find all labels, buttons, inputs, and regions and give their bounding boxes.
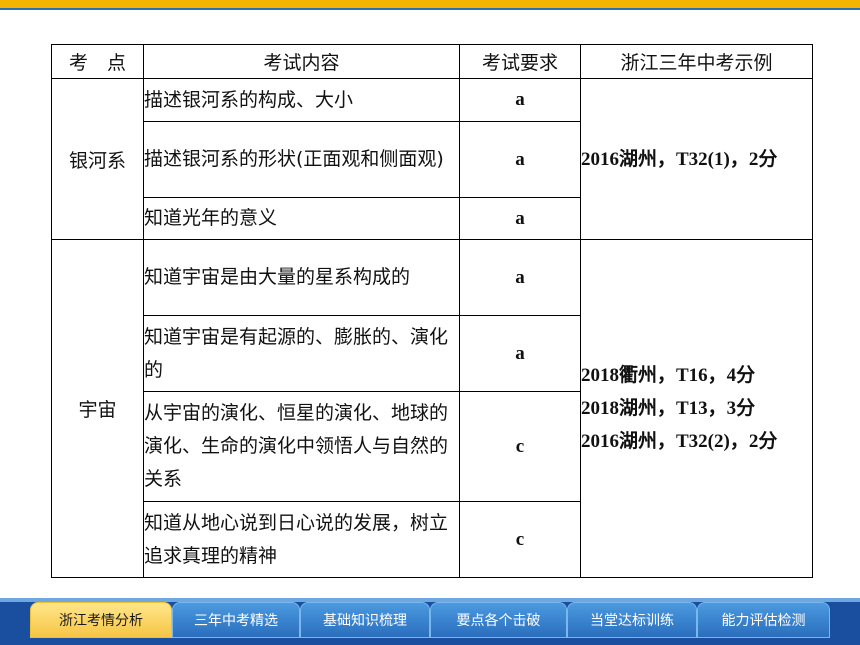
content-cell: 描述银河系的形状(正面观和侧面观): [143, 121, 460, 198]
requirement-cell: a: [459, 239, 581, 316]
table-header-row: 考 点 考试内容 考试要求 浙江三年中考示例: [51, 44, 813, 79]
example-line: 2018湖州，T13，3分: [581, 398, 756, 419]
tab-ability-assessment[interactable]: 能力评估检测: [697, 602, 830, 638]
example-line: 2018衢州，T16，4分: [581, 365, 756, 386]
examples-cell-universe: 2018衢州，T16，4分 2018湖州，T13，3分 2016湖州，T32(2…: [580, 239, 813, 578]
content-cell: 知道宇宙是由大量的星系构成的: [143, 239, 460, 316]
header-examples: 浙江三年中考示例: [580, 44, 813, 79]
content-cell: 描述银河系的构成、大小: [143, 78, 460, 122]
table-row: 宇宙 知道宇宙是由大量的星系构成的 a 2018衢州，T16，4分 2018湖州…: [51, 239, 813, 578]
topic-cell-universe: 宇宙: [51, 239, 144, 578]
header-content: 考试内容: [143, 44, 460, 79]
exam-points-table: 考 点 考试内容 考试要求 浙江三年中考示例 银河系 描述银河系的构成、大小 a…: [51, 44, 813, 578]
table-row: 银河系 描述银河系的构成、大小 a 2016湖州，T32(1)，2分: [51, 78, 813, 240]
header-topic: 考 点: [51, 44, 144, 79]
content-cell: 知道光年的意义: [143, 197, 460, 240]
requirement-cell: a: [459, 197, 581, 240]
tab-three-year-selection[interactable]: 三年中考精选: [172, 602, 300, 638]
requirement-cell: a: [459, 78, 581, 122]
requirement-cell: c: [459, 501, 581, 578]
example-line: 2016湖州，T32(1)，2分: [581, 148, 778, 170]
content-cell: 知道宇宙是有起源的、膨胀的、演化的: [143, 315, 460, 392]
examples-cell-galaxy: 2016湖州，T32(1)，2分: [580, 78, 813, 240]
tab-key-points[interactable]: 要点各个击破: [430, 602, 567, 638]
tab-in-class-practice[interactable]: 当堂达标训练: [567, 602, 697, 638]
example-line: 2016湖州，T32(2)，2分: [581, 431, 778, 452]
requirement-cell: c: [459, 391, 581, 502]
topic-cell-galaxy: 银河系: [51, 78, 144, 240]
header-requirement: 考试要求: [459, 44, 581, 79]
content-cell: 从宇宙的演化、恒星的演化、地球的演化、生命的演化中领悟人与自然的关系: [143, 391, 460, 502]
top-accent-bar: [0, 0, 860, 10]
requirement-cell: a: [459, 315, 581, 392]
tab-zhejiang-analysis[interactable]: 浙江考情分析: [30, 602, 172, 638]
content-cell: 知道从地心说到日心说的发展，树立追求真理的精神: [143, 501, 460, 578]
requirement-cell: a: [459, 121, 581, 198]
tab-basic-knowledge[interactable]: 基础知识梳理: [300, 602, 430, 638]
